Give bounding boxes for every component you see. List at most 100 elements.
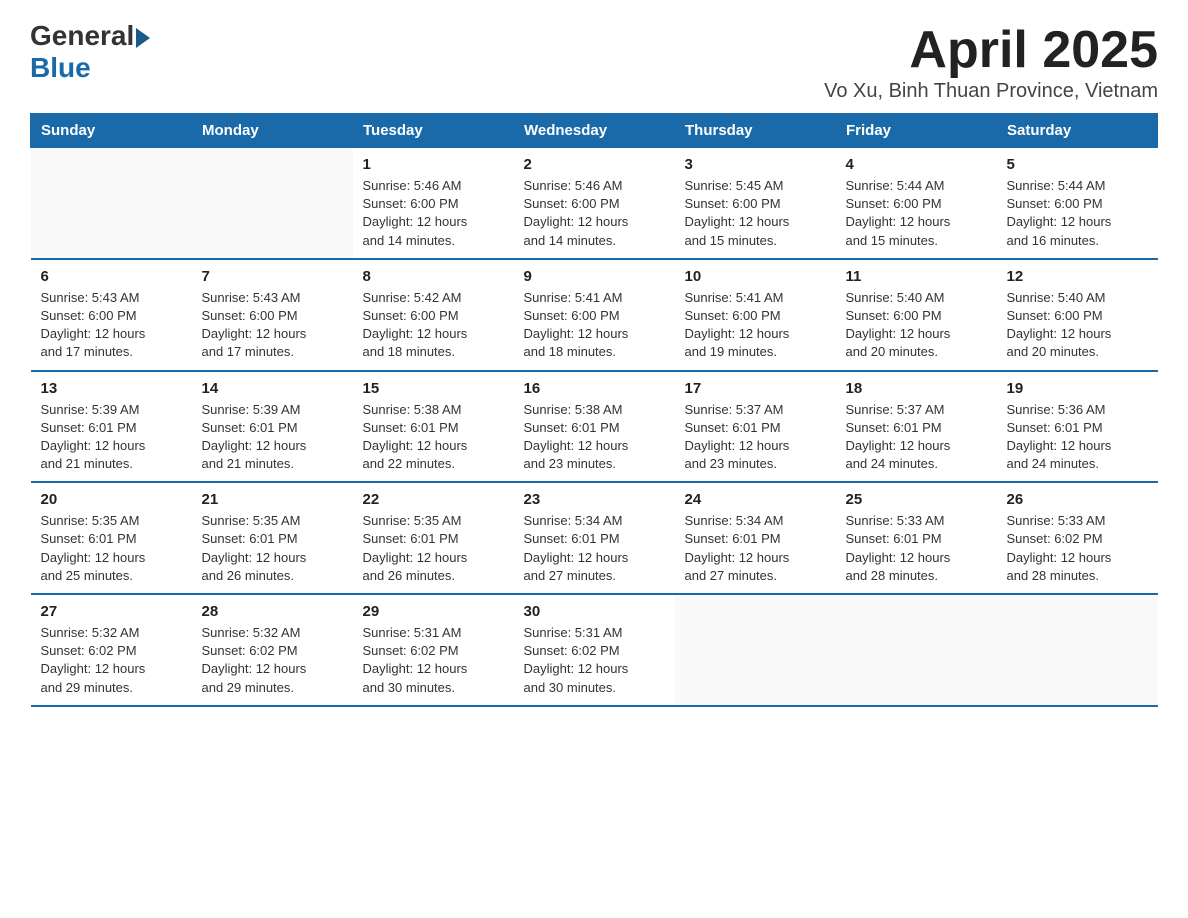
day-info: Sunrise: 5:42 AM Sunset: 6:00 PM Dayligh… [363,289,504,362]
day-info: Sunrise: 5:40 AM Sunset: 6:00 PM Dayligh… [846,289,987,362]
day-info: Sunrise: 5:46 AM Sunset: 6:00 PM Dayligh… [524,177,665,250]
calendar-cell [192,148,353,259]
calendar-cell: 26 Sunrise: 5:33 AM Sunset: 6:02 PM Dayli… [997,482,1158,594]
calendar-cell: 18Sunrise: 5:37 AM Sunset: 6:01 PM Dayli… [836,371,997,483]
day-info: Sunrise: 5:35 AM Sunset: 6:01 PM Dayligh… [202,512,343,585]
day-info: Sunrise: 5:32 AM Sunset: 6:02 PM Dayligh… [202,624,343,697]
day-number: 1 [363,156,504,173]
day-number: 15 [363,380,504,397]
calendar-cell: 8 Sunrise: 5:42 AM Sunset: 6:00 PM Daylig… [353,259,514,371]
calendar-cell: 1 Sunrise: 5:46 AM Sunset: 6:00 PM Daylig… [353,148,514,259]
day-number: 24 [685,491,826,508]
calendar-cell: 15 Sunrise: 5:38 AM Sunset: 6:01 PM Dayli… [353,371,514,483]
weekday-header-thursday: Thursday [675,114,836,148]
calendar-header: SundayMondayTuesdayWednesdayThursdayFrid… [31,114,1158,148]
day-info: Sunrise: 5:33 AM Sunset: 6:02 PM Dayligh… [1007,512,1148,585]
calendar-cell: 28 Sunrise: 5:32 AM Sunset: 6:02 PM Dayli… [192,594,353,706]
calendar-cell: 11 Sunrise: 5:40 AM Sunset: 6:00 PM Dayli… [836,259,997,371]
calendar-week-row: 27 Sunrise: 5:32 AM Sunset: 6:02 PM Dayli… [31,594,1158,706]
calendar-cell: 2Sunrise: 5:46 AM Sunset: 6:00 PM Daylig… [514,148,675,259]
calendar-cell: 4 Sunrise: 5:44 AM Sunset: 6:00 PM Daylig… [836,148,997,259]
day-info: Sunrise: 5:31 AM Sunset: 6:02 PM Dayligh… [363,624,504,697]
page-header: General Blue April 2025 Vo Xu, Binh Thua… [30,20,1158,103]
calendar-cell: 25Sunrise: 5:33 AM Sunset: 6:01 PM Dayli… [836,482,997,594]
day-info: Sunrise: 5:34 AM Sunset: 6:01 PM Dayligh… [524,512,665,585]
day-info: Sunrise: 5:41 AM Sunset: 6:00 PM Dayligh… [524,289,665,362]
calendar-cell: 23 Sunrise: 5:34 AM Sunset: 6:01 PM Dayli… [514,482,675,594]
day-info: Sunrise: 5:34 AM Sunset: 6:01 PM Dayligh… [685,512,826,585]
day-number: 17 [685,380,826,397]
title-block: April 2025 Vo Xu, Binh Thuan Province, V… [824,20,1158,103]
day-number: 5 [1007,156,1148,173]
calendar-cell [997,594,1158,706]
day-number: 3 [685,156,826,173]
calendar-cell: 10 Sunrise: 5:41 AM Sunset: 6:00 PM Dayli… [675,259,836,371]
calendar-cell [31,148,192,259]
day-number: 8 [363,268,504,285]
weekday-header-friday: Friday [836,114,997,148]
logo-arrow-icon [136,28,150,48]
day-info: Sunrise: 5:33 AM Sunset: 6:01 PM Dayligh… [846,512,987,585]
day-info: Sunrise: 5:46 AM Sunset: 6:00 PM Dayligh… [363,177,504,250]
calendar-cell: 24 Sunrise: 5:34 AM Sunset: 6:01 PM Dayli… [675,482,836,594]
day-info: Sunrise: 5:40 AM Sunset: 6:00 PM Dayligh… [1007,289,1148,362]
weekday-header-tuesday: Tuesday [353,114,514,148]
calendar-cell: 7 Sunrise: 5:43 AM Sunset: 6:00 PM Daylig… [192,259,353,371]
day-number: 9 [524,268,665,285]
day-number: 16 [524,380,665,397]
weekday-header-row: SundayMondayTuesdayWednesdayThursdayFrid… [31,114,1158,148]
day-number: 23 [524,491,665,508]
day-info: Sunrise: 5:39 AM Sunset: 6:01 PM Dayligh… [202,401,343,474]
calendar-cell: 16Sunrise: 5:38 AM Sunset: 6:01 PM Dayli… [514,371,675,483]
day-info: Sunrise: 5:41 AM Sunset: 6:00 PM Dayligh… [685,289,826,362]
day-number: 7 [202,268,343,285]
day-number: 21 [202,491,343,508]
logo: General Blue [30,20,150,84]
calendar-cell: 12 Sunrise: 5:40 AM Sunset: 6:00 PM Dayli… [997,259,1158,371]
calendar-cell: 27Sunrise: 5:32 AM Sunset: 6:02 PM Dayli… [31,594,192,706]
weekday-header-saturday: Saturday [997,114,1158,148]
calendar-cell: 5 Sunrise: 5:44 AM Sunset: 6:00 PM Daylig… [997,148,1158,259]
calendar-cell: 14 Sunrise: 5:39 AM Sunset: 6:01 PM Dayli… [192,371,353,483]
day-number: 10 [685,268,826,285]
day-info: Sunrise: 5:44 AM Sunset: 6:00 PM Dayligh… [846,177,987,250]
day-info: Sunrise: 5:37 AM Sunset: 6:01 PM Dayligh… [685,401,826,474]
calendar-cell: 9 Sunrise: 5:41 AM Sunset: 6:00 PM Daylig… [514,259,675,371]
day-number: 26 [1007,491,1148,508]
day-info: Sunrise: 5:43 AM Sunset: 6:00 PM Dayligh… [202,289,343,362]
calendar-body: 1 Sunrise: 5:46 AM Sunset: 6:00 PM Daylig… [31,148,1158,706]
calendar-cell: 22Sunrise: 5:35 AM Sunset: 6:01 PM Dayli… [353,482,514,594]
day-number: 4 [846,156,987,173]
day-number: 14 [202,380,343,397]
calendar-cell: 19 Sunrise: 5:36 AM Sunset: 6:01 PM Dayli… [997,371,1158,483]
day-info: Sunrise: 5:38 AM Sunset: 6:01 PM Dayligh… [363,401,504,474]
day-number: 18 [846,380,987,397]
day-info: Sunrise: 5:31 AM Sunset: 6:02 PM Dayligh… [524,624,665,697]
day-number: 30 [524,603,665,620]
weekday-header-wednesday: Wednesday [514,114,675,148]
day-info: Sunrise: 5:44 AM Sunset: 6:00 PM Dayligh… [1007,177,1148,250]
day-number: 11 [846,268,987,285]
day-number: 22 [363,491,504,508]
day-number: 13 [41,380,182,397]
day-info: Sunrise: 5:39 AM Sunset: 6:01 PM Dayligh… [41,401,182,474]
logo-general-text: General [30,20,134,52]
calendar-cell: 13 Sunrise: 5:39 AM Sunset: 6:01 PM Dayli… [31,371,192,483]
calendar-subtitle: Vo Xu, Binh Thuan Province, Vietnam [824,80,1158,103]
calendar-cell: 30 Sunrise: 5:31 AM Sunset: 6:02 PM Dayli… [514,594,675,706]
weekday-header-monday: Monday [192,114,353,148]
day-info: Sunrise: 5:36 AM Sunset: 6:01 PM Dayligh… [1007,401,1148,474]
calendar-week-row: 20Sunrise: 5:35 AM Sunset: 6:01 PM Dayli… [31,482,1158,594]
day-number: 27 [41,603,182,620]
day-number: 19 [1007,380,1148,397]
calendar-week-row: 13 Sunrise: 5:39 AM Sunset: 6:01 PM Dayli… [31,371,1158,483]
calendar-cell: 17 Sunrise: 5:37 AM Sunset: 6:01 PM Dayli… [675,371,836,483]
calendar-cell: 3 Sunrise: 5:45 AM Sunset: 6:00 PM Daylig… [675,148,836,259]
day-number: 6 [41,268,182,285]
day-number: 12 [1007,268,1148,285]
calendar-cell: 29Sunrise: 5:31 AM Sunset: 6:02 PM Dayli… [353,594,514,706]
day-number: 28 [202,603,343,620]
calendar-cell: 20Sunrise: 5:35 AM Sunset: 6:01 PM Dayli… [31,482,192,594]
day-info: Sunrise: 5:43 AM Sunset: 6:00 PM Dayligh… [41,289,182,362]
day-info: Sunrise: 5:45 AM Sunset: 6:00 PM Dayligh… [685,177,826,250]
